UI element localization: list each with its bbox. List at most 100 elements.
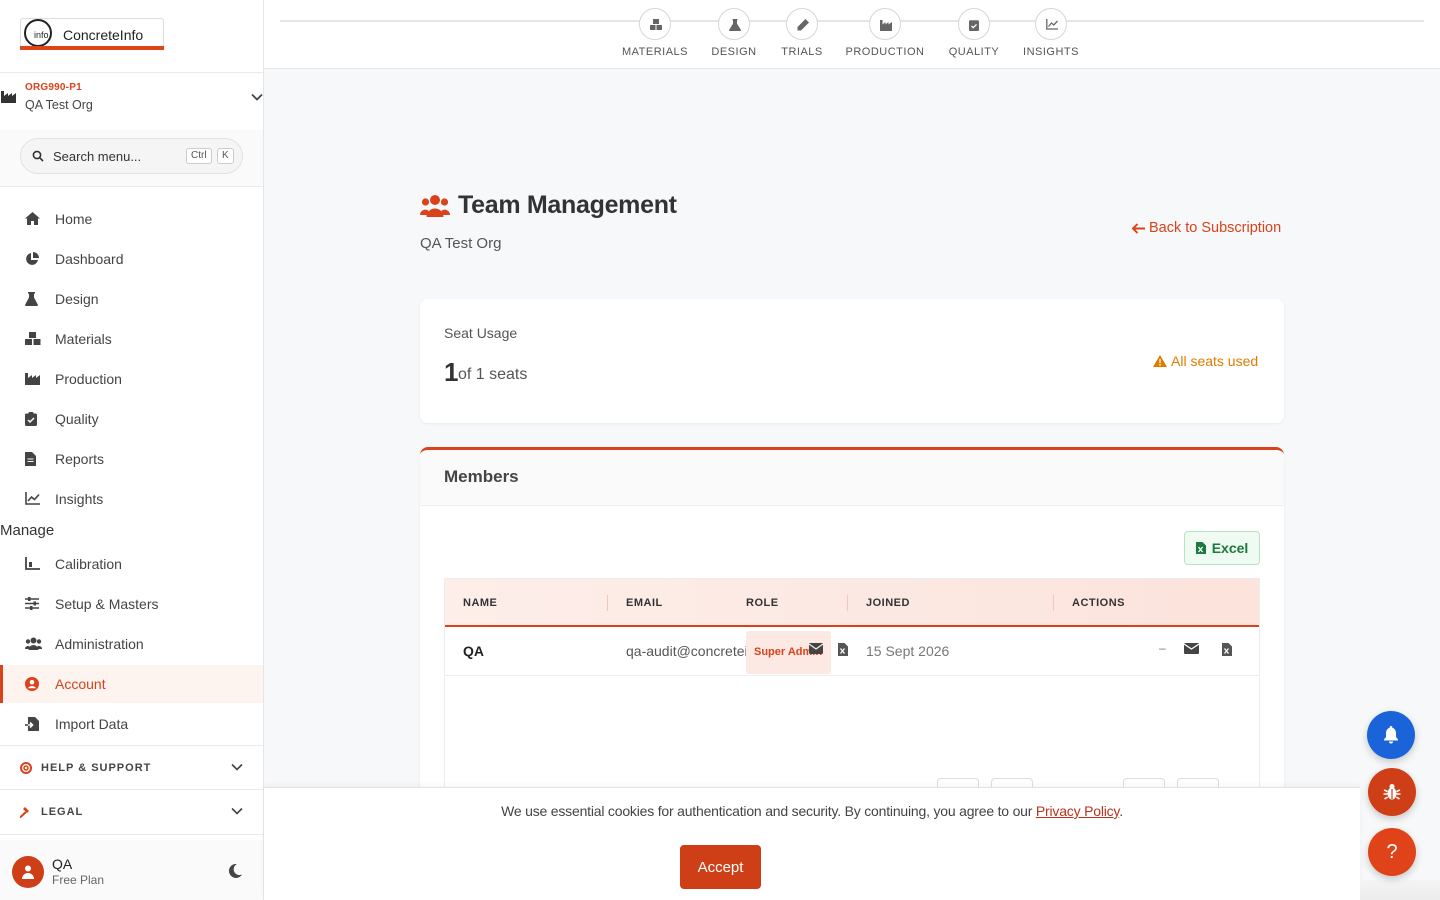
- sidebar-item-home[interactable]: Home: [0, 200, 263, 238]
- step-circle: [1035, 8, 1067, 40]
- avatar[interactable]: [12, 856, 44, 888]
- pie-chart-icon: [25, 252, 39, 266]
- column-resizer[interactable]: [847, 595, 848, 611]
- members-table: NAME EMAIL ROLE JOINED ACTIONS QA qa-aud…: [444, 578, 1260, 790]
- members-header: Members: [420, 450, 1284, 506]
- envelope-icon[interactable]: [1184, 643, 1199, 654]
- user-circle-icon: [25, 677, 39, 691]
- table-row[interactable]: QA qa-audit@concreteinfo.co.in Super Adm…: [445, 629, 1259, 676]
- seat-usage-title: Seat Usage: [444, 325, 518, 341]
- privacy-policy-link[interactable]: Privacy Policy: [1036, 803, 1119, 819]
- user-profile[interactable]: QA Free Plan: [0, 840, 263, 900]
- sliders-icon: [25, 597, 39, 610]
- sidebar-item-account[interactable]: Account: [0, 665, 263, 703]
- sidebar-item-insights[interactable]: Insights: [0, 480, 263, 518]
- sidebar-item-label: Insights: [55, 491, 104, 507]
- search-box[interactable]: Ctrl K: [20, 138, 243, 174]
- sidebar-item-setup-masters[interactable]: Setup & Masters: [0, 585, 263, 623]
- table-header: NAME EMAIL ROLE JOINED ACTIONS: [445, 579, 1259, 627]
- seats-total: of 1 seats: [458, 366, 528, 383]
- sidebar-item-reports[interactable]: Reports: [0, 440, 263, 478]
- moon-icon[interactable]: [228, 864, 242, 878]
- legal-section[interactable]: LEGAL: [0, 790, 263, 834]
- sidebar-item-dashboard[interactable]: Dashboard: [0, 240, 263, 278]
- export-excel-button[interactable]: Excel: [1184, 531, 1260, 565]
- step-label: TRIALS: [781, 46, 823, 58]
- help-support-section[interactable]: HELP & SUPPORT: [0, 746, 263, 790]
- divider: [0, 186, 263, 187]
- column-header-email[interactable]: EMAIL: [626, 597, 663, 609]
- gavel-icon: [20, 806, 33, 818]
- sidebar-item-import-data[interactable]: Import Data: [0, 705, 263, 743]
- bug-icon: [1383, 784, 1401, 800]
- org-switcher[interactable]: ORG990-P1 QA Test Org: [0, 78, 263, 130]
- actions-placeholder: –: [1159, 641, 1166, 655]
- sidebar-item-materials[interactable]: Materials: [0, 320, 263, 358]
- column-resizer[interactable]: [1053, 595, 1054, 611]
- file-excel-icon[interactable]: [838, 643, 848, 656]
- legal-label: LEGAL: [41, 806, 84, 818]
- column-resizer[interactable]: [607, 595, 608, 611]
- shortcut-k-key: K: [217, 148, 234, 164]
- member-joined-date: 15 Sept 2026: [866, 643, 950, 659]
- clipboard-check-icon: [969, 20, 979, 31]
- divider: [0, 72, 263, 73]
- chevron-down-icon: [231, 807, 243, 815]
- sidebar-item-label: Administration: [55, 636, 144, 652]
- help-button[interactable]: ?: [1368, 828, 1416, 876]
- page-edge-shade: [1360, 880, 1440, 900]
- step-circle: [718, 8, 750, 40]
- org-code: ORG990-P1: [25, 82, 82, 93]
- notifications-button[interactable]: [1367, 711, 1415, 759]
- sidebar-item-production[interactable]: Production: [0, 360, 263, 398]
- back-to-subscription-link[interactable]: Back to Subscription: [1132, 220, 1281, 236]
- members-title: Members: [444, 467, 519, 486]
- factory-icon: [1, 89, 17, 103]
- life-ring-icon: [20, 762, 32, 774]
- search-input[interactable]: [53, 147, 173, 165]
- step-circle: [786, 8, 818, 40]
- page-title: Team Management: [458, 191, 677, 219]
- brand-logo[interactable]: info ConcreteInfo: [20, 18, 164, 50]
- report-bug-button[interactable]: [1368, 768, 1416, 816]
- factory-icon: [25, 372, 40, 385]
- envelope-icon[interactable]: [809, 643, 823, 654]
- sidebar-item-design[interactable]: Design: [0, 280, 263, 318]
- column-header-name[interactable]: NAME: [463, 597, 497, 609]
- file-excel-icon[interactable]: [1222, 643, 1232, 656]
- home-icon: [25, 212, 40, 225]
- user-icon: [22, 865, 34, 879]
- flask-icon: [25, 292, 38, 306]
- step-trials[interactable]: TRIALS: [757, 8, 847, 64]
- page-subtitle: QA Test Org: [420, 235, 502, 252]
- excel-button-label: Excel: [1211, 540, 1249, 556]
- step-production[interactable]: PRODUCTION: [840, 8, 930, 64]
- column-header-joined[interactable]: JOINED: [866, 597, 910, 609]
- column-header-actions: ACTIONS: [1072, 597, 1125, 609]
- file-excel-icon: [1195, 542, 1206, 554]
- pencil-icon: [797, 19, 809, 31]
- cookie-text: We use essential cookies for authenticat…: [501, 803, 1036, 819]
- accept-cookies-button[interactable]: Accept: [680, 845, 761, 889]
- sidebar-item-administration[interactable]: Administration: [0, 625, 263, 663]
- logo-underline: [20, 46, 164, 50]
- clipboard-check-icon: [25, 412, 37, 426]
- step-materials[interactable]: MATERIALS: [610, 8, 700, 64]
- sidebar-item-label: Reports: [55, 451, 105, 467]
- column-header-role[interactable]: ROLE: [746, 597, 779, 609]
- user-name: QA: [52, 856, 73, 872]
- chevron-down-icon: [231, 763, 243, 771]
- arrow-left-icon: [1132, 222, 1145, 234]
- sidebar-item-label: Production: [55, 371, 122, 387]
- back-link-label: Back to Subscription: [1149, 220, 1282, 236]
- shortcut-ctrl-key: Ctrl: [186, 148, 212, 164]
- seats-warning: All seats used: [1153, 353, 1258, 369]
- step-insights[interactable]: INSIGHTS: [1006, 8, 1096, 64]
- sidebar-item-label: Account: [55, 676, 106, 692]
- sidebar: info ConcreteInfo ORG990-P1 QA Test Org …: [0, 0, 264, 900]
- line-chart-icon: [1046, 19, 1058, 30]
- sidebar-item-calibration[interactable]: Calibration: [0, 545, 263, 583]
- help-support-label: HELP & SUPPORT: [41, 762, 152, 774]
- sidebar-item-label: Dashboard: [55, 251, 124, 267]
- sidebar-item-quality[interactable]: Quality: [0, 400, 263, 438]
